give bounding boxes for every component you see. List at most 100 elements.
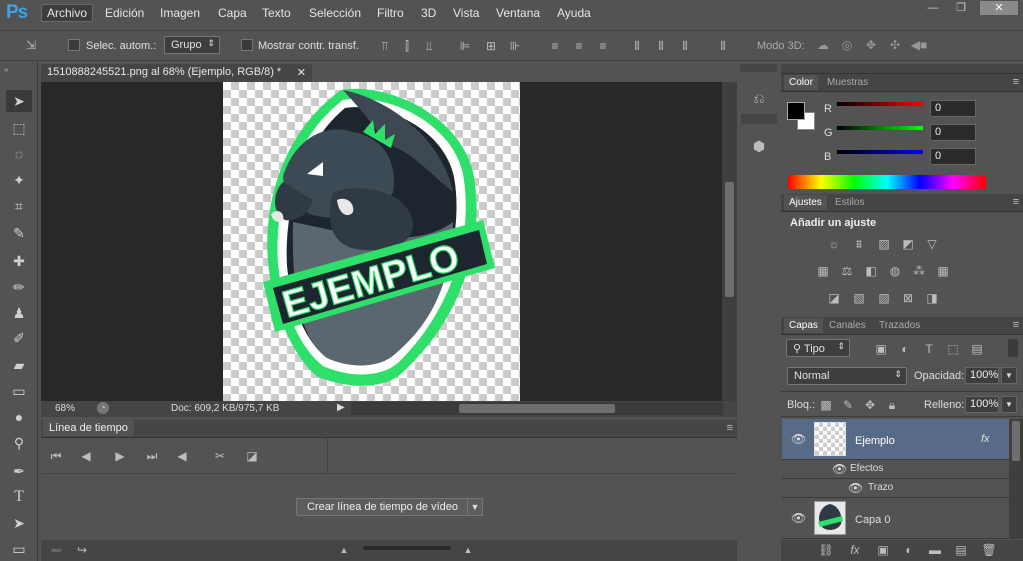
vibrance-icon[interactable]: ▽ — [924, 236, 940, 252]
document-tab[interactable]: 1510888245521.png al 68% (Ejemplo, RGB/8… — [41, 64, 312, 82]
filter-adjustment-icon[interactable]: ◐ — [897, 341, 913, 357]
blue-value-field[interactable]: 0 — [930, 148, 976, 165]
green-slider[interactable] — [837, 126, 923, 130]
filter-pixel-icon[interactable]: ▣ — [873, 341, 889, 357]
move-tool-icon[interactable]: ➤ — [6, 90, 32, 112]
filter-type-icon[interactable]: T — [921, 341, 937, 357]
split-scissors-icon[interactable]: ✂ — [211, 448, 229, 464]
brightness-icon[interactable]: ☼ — [826, 236, 842, 252]
document-image[interactable]: EJEMPLO — [223, 82, 520, 401]
new-adjustment-icon[interactable]: ◐ — [901, 542, 917, 558]
lock-pixels-icon[interactable]: ✎ — [841, 397, 855, 413]
green-value-field[interactable]: 0 — [930, 124, 976, 141]
distribute-bottom-icon[interactable]: ≡ — [596, 38, 610, 54]
lock-position-icon[interactable]: ✥ — [863, 397, 877, 413]
gradient-tool-icon[interactable]: ▭ — [6, 380, 32, 402]
layer-filter-dropdown[interactable]: ⚲ Tipo ⇕ — [786, 339, 850, 357]
photo-filter-icon[interactable]: ◍ — [887, 263, 903, 279]
color-balance-icon[interactable]: ⚖ — [839, 263, 855, 279]
rectangle-tool-icon[interactable]: ▭ — [6, 538, 32, 560]
eraser-tool-icon[interactable]: ▰ — [6, 354, 32, 376]
path-selection-icon[interactable]: ➤ — [6, 512, 32, 534]
panel-menu-icon[interactable]: ≡ — [1013, 196, 1019, 208]
menu-ayuda[interactable]: Ayuda — [557, 6, 591, 20]
zoom-level[interactable]: 68% — [55, 403, 75, 414]
delete-layer-icon[interactable]: 🗑︎ — [981, 542, 997, 558]
layers-scroll-thumb[interactable] — [1012, 421, 1020, 461]
layer-fx-badge[interactable]: fx — [981, 433, 990, 445]
gradient-map-icon[interactable]: ◨ — [924, 290, 940, 306]
distribute-vcenter-icon[interactable]: ≡ — [572, 38, 586, 54]
auto-select-dropdown[interactable]: Grupo ⇕ — [164, 36, 220, 54]
menu-imagen[interactable]: Imagen — [160, 6, 200, 20]
move-tool-icon[interactable]: ⇲ — [20, 37, 42, 53]
opacity-field[interactable]: 100% — [965, 367, 999, 384]
collapse-icon[interactable]: » — [4, 65, 8, 74]
menu-ventana[interactable]: Ventana — [496, 6, 540, 20]
tab-adjustments[interactable]: Ajustes — [784, 195, 827, 210]
tab-styles[interactable]: Estilos — [831, 196, 868, 209]
visibility-eye-icon[interactable]: 👁︎ — [791, 511, 806, 525]
red-value-field[interactable]: 0 — [930, 100, 976, 117]
menu-3d[interactable]: 3D — [421, 6, 436, 20]
blur-tool-icon[interactable]: ● — [6, 406, 32, 428]
distribute-left-icon[interactable]: ⦀ — [630, 38, 644, 54]
effects-eye-icon[interactable]: 👁︎ — [832, 462, 847, 476]
new-group-icon[interactable]: ▬ — [927, 542, 943, 558]
lock-all-icon[interactable]: 🔒︎ — [885, 397, 899, 413]
align-right-icon[interactable]: ⊪ — [508, 38, 522, 54]
close-window-button[interactable]: ✕ — [980, 1, 1018, 15]
visibility-eye-icon[interactable]: 👁︎ — [791, 432, 806, 446]
zoom-in-icon[interactable]: ▲ — [461, 542, 475, 558]
channel-mixer-icon[interactable]: ⁂ — [911, 263, 927, 279]
horizontal-scroll-thumb[interactable] — [459, 404, 615, 413]
lock-transparency-icon[interactable]: ▩ — [819, 397, 833, 413]
drag-3d-icon[interactable]: ✥ — [862, 37, 880, 53]
marquee-tool-icon[interactable]: ⬚ — [6, 117, 32, 139]
panel-menu-icon[interactable]: ≡ — [1013, 319, 1019, 331]
layer-row-ejemplo[interactable]: 👁︎ Ejemplo fx — [782, 419, 1009, 460]
distribute-hcenter-icon[interactable]: ⦀ — [654, 38, 668, 54]
clone-stamp-icon[interactable]: ♟ — [6, 302, 32, 324]
magic-wand-icon[interactable]: ✦ — [6, 169, 32, 191]
slide-3d-icon[interactable]: ✣ — [886, 37, 904, 53]
history-brush-icon[interactable]: ✐ — [6, 327, 32, 349]
eyedropper-icon[interactable]: ✎ — [6, 222, 32, 244]
filter-toggle-switch[interactable] — [1008, 339, 1018, 357]
opacity-dropdown-icon[interactable]: ▼ — [1001, 367, 1017, 384]
crop-tool-icon[interactable]: ⌗ — [6, 195, 32, 217]
layer-name[interactable]: Capa 0 — [855, 514, 890, 526]
show-transform-checkbox[interactable] — [241, 39, 253, 51]
menu-seleccion[interactable]: Selección — [309, 6, 361, 20]
stroke-effect-row[interactable]: 👁︎ Trazo — [782, 479, 1009, 498]
align-left-icon[interactable]: ⊫ — [458, 38, 472, 54]
selective-color-icon[interactable]: ⊠ — [900, 290, 916, 306]
link-layers-icon[interactable]: ⛓ — [818, 542, 834, 558]
hue-saturation-icon[interactable]: ▦ — [815, 263, 831, 279]
menu-archivo[interactable]: Archivo — [41, 4, 94, 22]
exposure-icon[interactable]: ◩ — [900, 236, 916, 252]
create-video-timeline-button[interactable]: Crear línea de tiempo de vídeo — [296, 498, 469, 516]
color-spectrum-ramp[interactable] — [788, 175, 986, 189]
close-document-icon[interactable]: ✕ — [297, 66, 306, 79]
red-slider[interactable] — [837, 102, 923, 106]
distribute-top-icon[interactable]: ≡ — [548, 38, 562, 54]
layers-scrollbar[interactable] — [1009, 419, 1023, 539]
first-frame-icon[interactable]: ⏮ — [49, 448, 63, 464]
pen-tool-icon[interactable]: ✒ — [6, 460, 32, 482]
align-bottom-icon[interactable]: ⫫ — [422, 38, 436, 54]
filter-shape-icon[interactable]: ⬚ — [945, 341, 961, 357]
audio-icon[interactable]: ◀ — [175, 448, 189, 464]
next-frame-icon[interactable]: ⏭ — [145, 448, 159, 464]
menu-capa[interactable]: Capa — [218, 6, 247, 20]
history-icon[interactable]: ⎌ — [751, 90, 767, 106]
menu-filtro[interactable]: Filtro — [377, 6, 404, 20]
minimize-button[interactable]: — — [920, 1, 946, 15]
layer-row-capa-0[interactable]: 👁︎ Capa 0 — [782, 498, 1009, 539]
threshold-icon[interactable]: ▨ — [876, 290, 892, 306]
dodge-tool-icon[interactable]: ⚲ — [6, 432, 32, 454]
lasso-tool-icon[interactable]: ◌ — [6, 143, 32, 165]
transition-icon[interactable]: ◪ — [245, 448, 259, 464]
distribute-right-icon[interactable]: ⦀ — [678, 38, 692, 54]
status-options-icon[interactable]: ◔ — [97, 402, 109, 414]
